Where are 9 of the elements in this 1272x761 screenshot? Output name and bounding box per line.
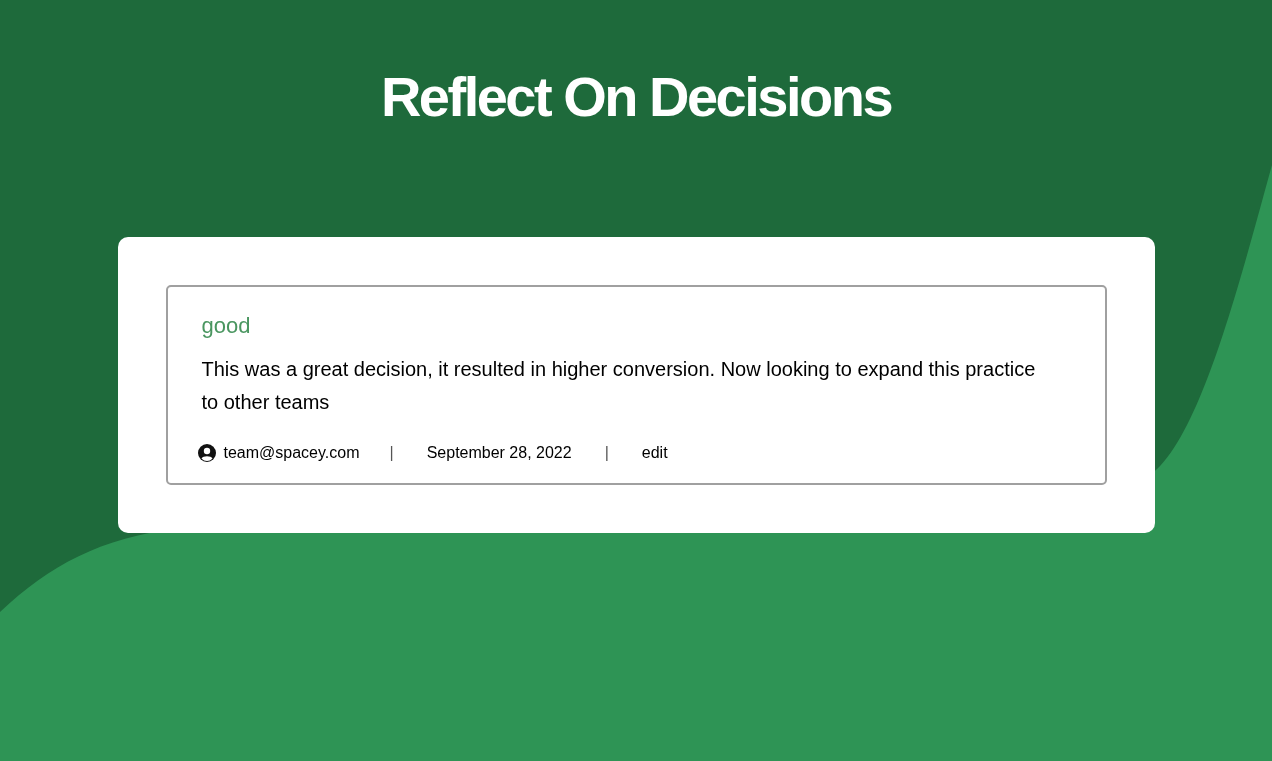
user-icon [197,444,216,462]
entry-date: September 28, 2022 [426,443,572,463]
decision-tag: good [201,311,251,341]
separator: | [389,443,394,463]
page-title: Reflect On Decisions [380,64,892,130]
decision-text: This was a great decision, it resulted in higher conversion. Now looking to expand this practice to other teams [201,357,1037,415]
separator: | [604,443,609,463]
author-email: team@spacey.com [223,443,360,463]
edit-link[interactable]: edit [641,443,668,463]
